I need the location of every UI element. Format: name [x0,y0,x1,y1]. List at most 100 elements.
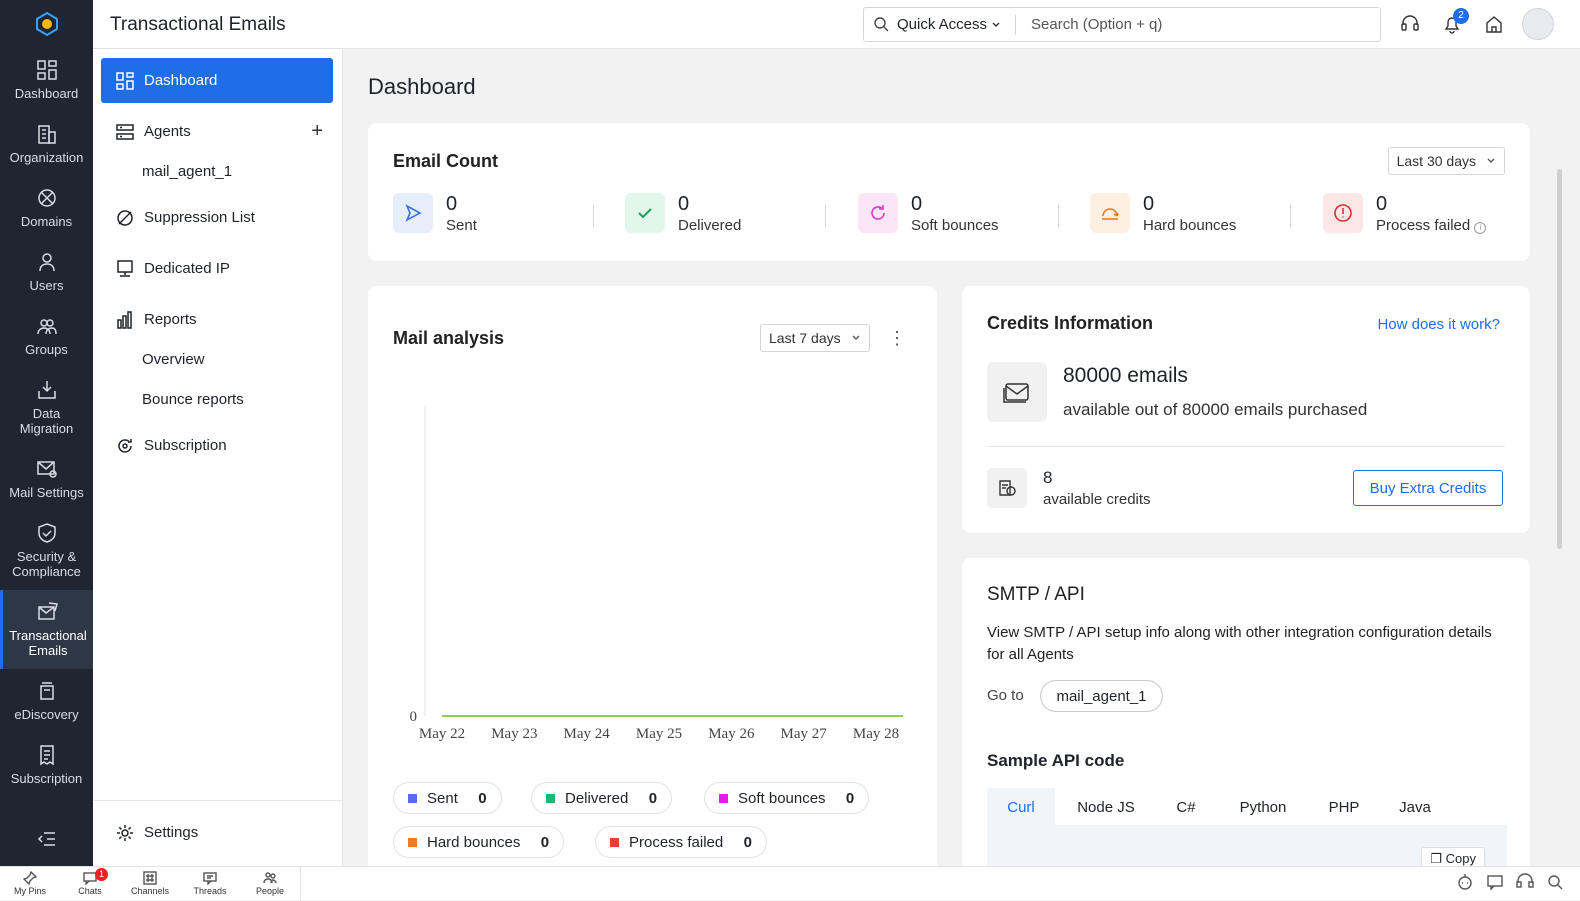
subnav-agents[interactable]: Agents + [101,109,333,154]
bottom-threads[interactable]: Threads [180,871,240,896]
notifications-bell-icon[interactable]: 2 [1443,8,1469,39]
rail-item-users[interactable]: Users [0,240,93,304]
rail-item-ediscovery[interactable]: eDiscovery [0,669,93,733]
rail-item-organization[interactable]: Organization [0,112,93,176]
search-icon[interactable] [1546,873,1564,896]
subnav-bounce-reports[interactable]: Bounce reports [142,391,244,408]
support-headset-icon[interactable] [1516,873,1534,896]
x-tick-label: May 25 [636,726,682,742]
page-scrollbar[interactable] [1557,169,1562,549]
subnav-dashboard[interactable]: Dashboard [101,58,333,103]
subnav-agent-item[interactable]: mail_agent_1 [142,163,232,180]
quick-access-label: Quick Access [897,16,988,33]
stat-value: 0 [1376,193,1388,215]
rail-label: Security & Compliance [12,549,81,579]
x-tick-label: May 28 [853,726,899,742]
bar-chart-icon [117,310,132,329]
tab-java[interactable]: Java [1377,788,1453,826]
chats-badge: 1 [95,868,108,881]
range-label: Last 7 days [769,330,841,346]
divider [987,446,1505,447]
collapse-rail-button[interactable] [0,831,93,852]
legend-soft-bounces[interactable]: Soft bounces 0 [704,782,870,814]
more-options-icon[interactable]: ⋮ [888,328,906,349]
globe-icon [37,189,56,207]
logo-icon [35,11,58,37]
legend-swatch [408,793,417,803]
tab-php[interactable]: PHP [1311,788,1377,826]
rail-item-transactional-emails[interactable]: Transactional Emails [0,590,93,669]
stat-hard-bounces: 0 Hard bounces [1090,193,1236,235]
legend-sent[interactable]: Sent 0 [393,782,502,814]
bot-icon[interactable] [1456,873,1474,896]
add-agent-plus-icon[interactable]: + [311,120,323,143]
subnav-settings[interactable]: Settings [101,810,333,855]
mail-analysis-chart: 0May 22 May 23 May 24 May 25 May 26 May 27 May… [410,406,903,742]
info-icon[interactable]: i [1474,222,1487,234]
y-tick-label: 0 [410,709,418,725]
bottom-bar: My Pins 1 Chats Channels Threads People [0,866,1580,901]
email-count-range-dropdown[interactable]: Last 30 days [1387,147,1505,175]
subnav-overview[interactable]: Overview [142,351,205,368]
subnav-reports[interactable]: Reports [101,297,333,342]
bottom-my-pins[interactable]: My Pins [0,871,60,896]
rail-item-mail-settings[interactable]: Mail Settings [0,447,93,511]
x-tick-label: May 22 [419,726,465,742]
bottom-chats[interactable]: 1 Chats [60,868,120,896]
search-input[interactable]: Search (Option + q) [1031,16,1162,33]
chevron-down-icon [852,335,860,340]
bottom-people[interactable]: People [240,871,300,896]
tab-python[interactable]: Python [1215,788,1311,826]
stat-label: Soft bounces [911,217,999,234]
divider [1290,205,1291,227]
how-does-it-work-link[interactable]: How does it work? [1377,316,1500,333]
pin-icon [23,871,37,885]
subnav-dedicated-ip[interactable]: Dedicated IP [101,246,333,291]
legend-swatch [610,837,619,847]
quick-access-dropdown[interactable]: Quick Access [897,14,1017,35]
divider [93,800,343,801]
subnav-suppression-list[interactable]: Suppression List [101,195,333,240]
grid-icon [116,71,134,90]
notification-count-badge: 2 [1453,8,1469,24]
legend-delivered[interactable]: Delivered 0 [531,782,673,814]
user-avatar[interactable] [1522,8,1554,40]
card-title: SMTP / API [987,584,1085,605]
copy-icon: ❐ [1430,851,1443,866]
feedback-chat-icon[interactable] [1486,873,1504,896]
search-box[interactable]: Quick Access Search (Option + q) [863,7,1381,42]
buy-extra-credits-button[interactable]: Buy Extra Credits [1353,470,1503,506]
stat-process-failed: 0 Process failed i [1323,193,1487,235]
legend-process-failed[interactable]: Process failed 0 [595,826,767,858]
legend-swatch [719,793,728,803]
goto-agent-chip[interactable]: mail_agent_1 [1040,680,1163,712]
x-tick-label: May 23 [491,726,537,742]
stat-label: Hard bounces [1143,217,1237,234]
main-content: Dashboard Email Count Last 30 days 0 Sent… [343,49,1565,888]
tab-nodejs[interactable]: Node JS [1055,788,1157,826]
support-headset-icon[interactable] [1401,14,1419,39]
rail-label: Groups [25,342,68,357]
sample-api-title: Sample API code [987,751,1125,770]
rail-item-data-migration[interactable]: Data Migration [0,368,93,447]
mail-gear-icon [36,461,57,478]
stat-label: Sent [446,217,477,234]
rail-item-security-compliance[interactable]: Security & Compliance [0,511,93,590]
subnav-subscription[interactable]: Subscription [101,423,333,468]
subnav-label: Dashboard [144,72,218,89]
tab-curl[interactable]: Curl [987,788,1055,826]
legend-hard-bounces[interactable]: Hard bounces 0 [393,826,565,858]
rail-item-dashboard[interactable]: Dashboard [0,48,93,112]
app-logo[interactable] [0,0,93,48]
rail-item-subscription[interactable]: Subscription [0,733,93,797]
bottom-channels[interactable]: Channels [120,871,180,896]
thread-icon [203,872,217,885]
rail-item-domains[interactable]: Domains [0,176,93,240]
mail-analysis-range-dropdown[interactable]: Last 7 days [760,324,870,352]
home-icon[interactable] [1485,14,1503,39]
rail-item-groups[interactable]: Groups [0,304,93,368]
stat-label: Process failed i [1376,217,1487,234]
tab-csharp[interactable]: C# [1157,788,1215,826]
credits-coin-icon [987,468,1027,508]
subnav-label: Subscription [144,437,227,454]
